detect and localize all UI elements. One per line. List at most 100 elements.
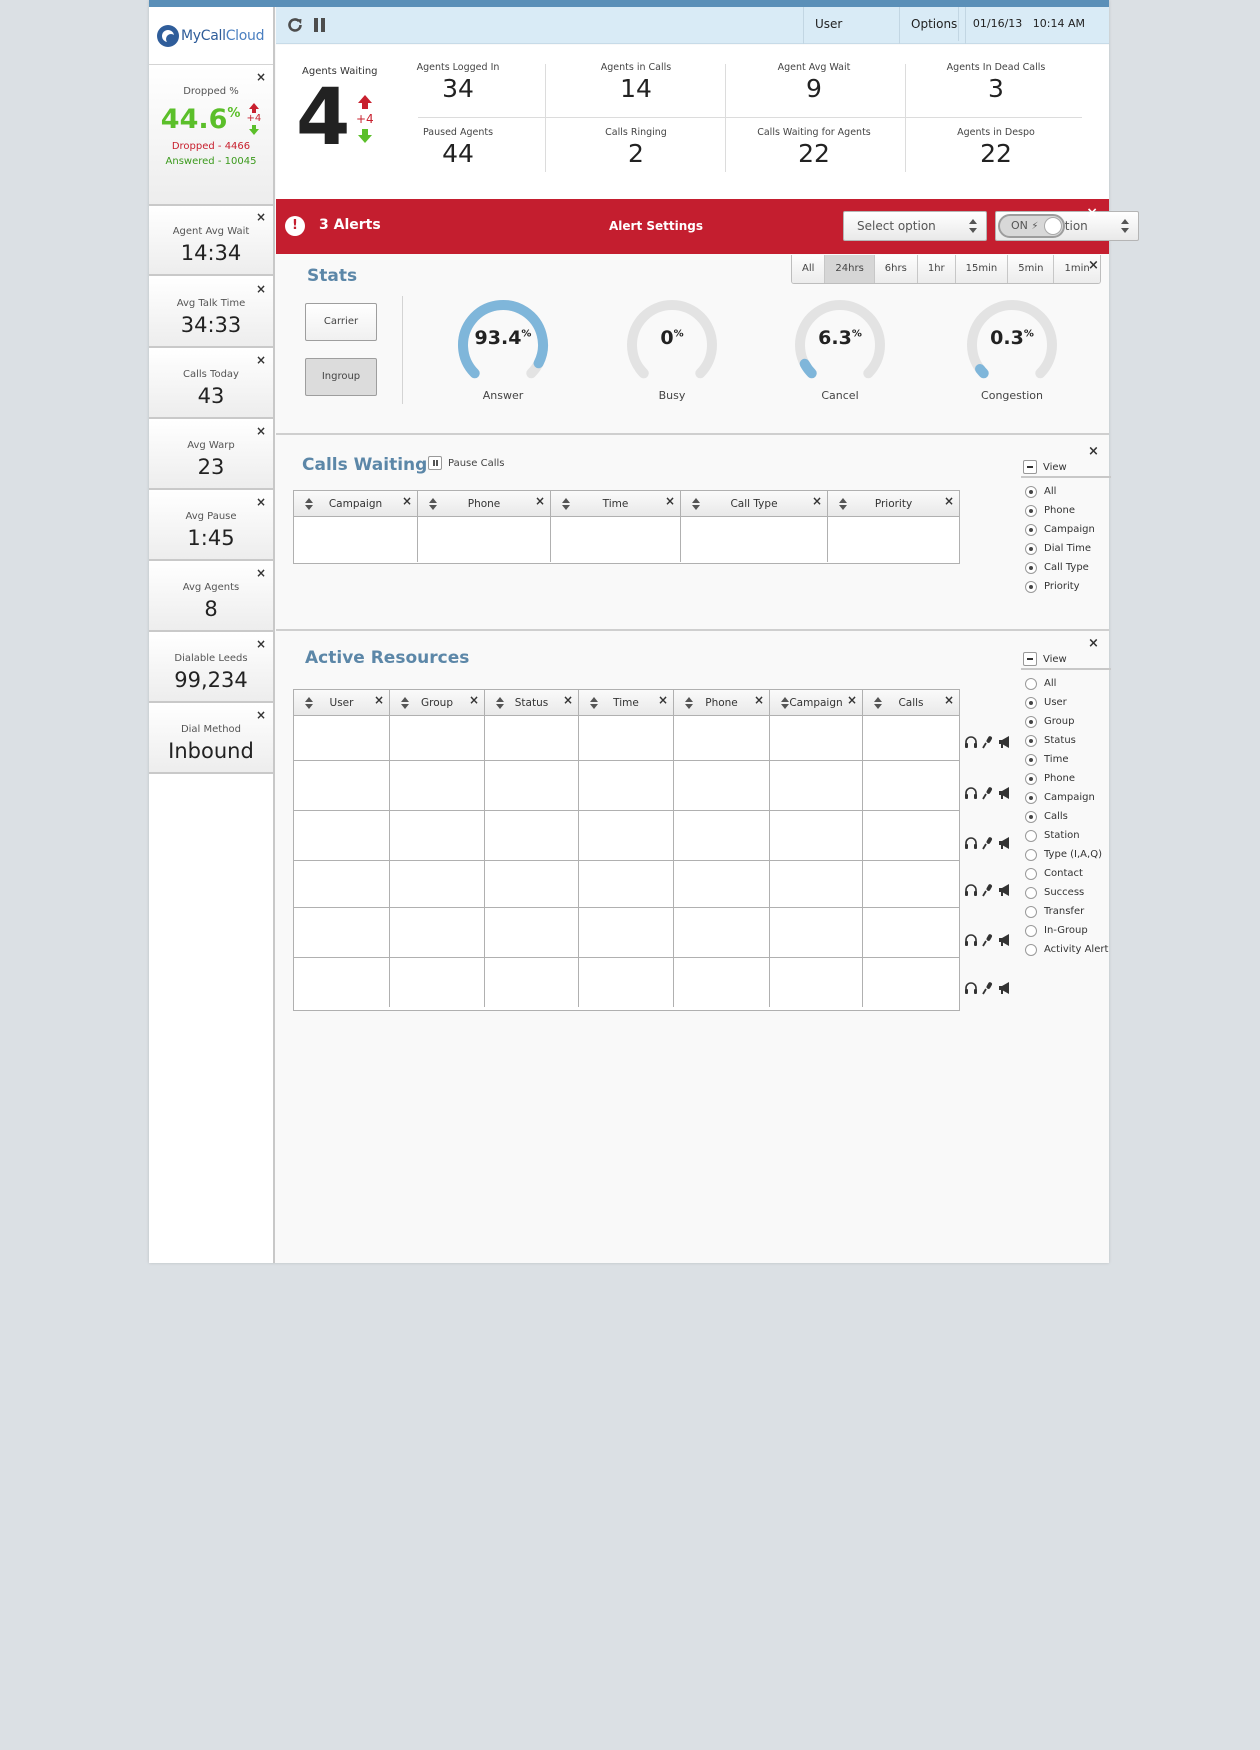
close-icon[interactable]: × <box>1088 444 1099 459</box>
radio-button[interactable] <box>1025 791 1037 804</box>
headset-icon[interactable] <box>964 786 978 800</box>
radio-button[interactable] <box>1025 561 1037 574</box>
tab-15min[interactable]: 15min <box>955 255 1009 283</box>
radio-button[interactable] <box>1025 829 1037 842</box>
view-option[interactable]: Phone <box>1021 501 1111 520</box>
alert-toggle[interactable]: ON ⚡ <box>998 214 1065 238</box>
close-icon[interactable]: × <box>754 687 764 713</box>
radio-button[interactable] <box>1025 542 1037 555</box>
view-option[interactable]: Type (I,A,Q) <box>1021 845 1111 864</box>
column-header[interactable]: Campaign × <box>294 491 418 516</box>
view-option[interactable]: Campaign <box>1021 520 1111 539</box>
sort-icon[interactable] <box>681 697 693 709</box>
tile-close-icon[interactable]: × <box>256 70 266 84</box>
options-button[interactable]: Options <box>899 7 966 44</box>
collapse-icon[interactable] <box>1023 652 1037 666</box>
tab-5min[interactable]: 5min <box>1008 255 1055 283</box>
close-icon[interactable]: × <box>1086 205 1098 221</box>
radio-button[interactable] <box>1025 772 1037 785</box>
radio-button[interactable] <box>1025 753 1037 766</box>
view-option[interactable]: Dial Time <box>1021 539 1111 558</box>
microphone-icon[interactable] <box>981 735 995 749</box>
close-icon[interactable]: × <box>256 424 266 438</box>
column-header[interactable]: Time × <box>551 491 681 516</box>
close-icon[interactable]: × <box>256 353 266 367</box>
view-option[interactable]: Phone <box>1021 769 1111 788</box>
column-header[interactable]: Call Type × <box>681 491 828 516</box>
refresh-icon[interactable] <box>286 16 304 34</box>
tab-24hrs[interactable]: 24hrs <box>825 255 875 283</box>
close-icon[interactable]: × <box>469 687 479 713</box>
radio-button[interactable] <box>1025 810 1037 823</box>
column-header[interactable]: User × <box>294 690 390 715</box>
column-header[interactable]: Group × <box>390 690 485 715</box>
headset-icon[interactable] <box>964 836 978 850</box>
close-icon[interactable]: × <box>256 708 266 722</box>
view-option[interactable]: Station <box>1021 826 1111 845</box>
radio-button[interactable] <box>1025 715 1037 728</box>
microphone-icon[interactable] <box>981 883 995 897</box>
alert-select-1[interactable]: Select option <box>843 211 987 241</box>
column-header[interactable]: Campaign × <box>770 690 863 715</box>
sort-icon[interactable] <box>870 697 882 709</box>
headset-icon[interactable] <box>964 735 978 749</box>
view-option[interactable]: All <box>1021 674 1111 693</box>
close-icon[interactable]: × <box>402 488 412 514</box>
view-option[interactable]: Calls <box>1021 807 1111 826</box>
sort-icon[interactable] <box>301 697 313 709</box>
view-option[interactable]: Time <box>1021 750 1111 769</box>
microphone-icon[interactable] <box>981 981 995 995</box>
radio-button[interactable] <box>1025 848 1037 861</box>
sort-icon[interactable] <box>558 498 570 510</box>
megaphone-icon[interactable] <box>998 883 1012 897</box>
logo[interactable]: MyCallCloud <box>149 7 273 65</box>
carrier-button[interactable]: Carrier <box>305 303 377 341</box>
sort-icon[interactable] <box>492 697 504 709</box>
view-option[interactable]: Status <box>1021 731 1111 750</box>
close-icon[interactable]: × <box>944 488 954 514</box>
close-icon[interactable]: × <box>1088 636 1099 651</box>
close-icon[interactable]: × <box>256 210 266 224</box>
view-option[interactable]: Transfer <box>1021 902 1111 921</box>
sort-icon[interactable] <box>397 697 409 709</box>
megaphone-icon[interactable] <box>998 981 1012 995</box>
close-icon[interactable]: × <box>256 282 266 296</box>
view-option[interactable]: Group <box>1021 712 1111 731</box>
radio-button[interactable] <box>1025 485 1037 498</box>
megaphone-icon[interactable] <box>998 735 1012 749</box>
radio-button[interactable] <box>1025 677 1037 690</box>
view-option[interactable]: Campaign <box>1021 788 1111 807</box>
headset-icon[interactable] <box>964 981 978 995</box>
close-icon[interactable]: × <box>374 687 384 713</box>
column-header[interactable]: Phone × <box>418 491 551 516</box>
close-icon[interactable]: × <box>256 495 266 509</box>
microphone-icon[interactable] <box>981 933 995 947</box>
close-icon[interactable]: × <box>847 687 857 713</box>
column-header[interactable]: Phone × <box>674 690 770 715</box>
sort-icon[interactable] <box>688 498 700 510</box>
headset-icon[interactable] <box>964 883 978 897</box>
radio-button[interactable] <box>1025 696 1037 709</box>
column-header[interactable]: Status × <box>485 690 579 715</box>
radio-button[interactable] <box>1025 504 1037 517</box>
radio-button[interactable] <box>1025 523 1037 536</box>
view-option[interactable]: User <box>1021 693 1111 712</box>
view-option[interactable]: In-Group <box>1021 921 1111 940</box>
close-icon[interactable]: × <box>256 566 266 580</box>
view-option[interactable]: Priority <box>1021 577 1111 596</box>
ingroup-button[interactable]: Ingroup <box>305 358 377 396</box>
view-option[interactable]: Success <box>1021 883 1111 902</box>
collapse-icon[interactable] <box>1023 460 1037 474</box>
close-icon[interactable]: × <box>665 488 675 514</box>
close-icon[interactable]: × <box>563 687 573 713</box>
column-header[interactable]: Time × <box>579 690 674 715</box>
radio-button[interactable] <box>1025 905 1037 918</box>
radio-button[interactable] <box>1025 580 1037 593</box>
view-option[interactable]: All <box>1021 482 1111 501</box>
sort-icon[interactable] <box>586 697 598 709</box>
sort-icon[interactable] <box>425 498 437 510</box>
sort-icon[interactable] <box>301 498 313 510</box>
view-option[interactable]: Activity Alert <box>1021 940 1111 959</box>
close-icon[interactable]: × <box>944 687 954 713</box>
megaphone-icon[interactable] <box>998 786 1012 800</box>
